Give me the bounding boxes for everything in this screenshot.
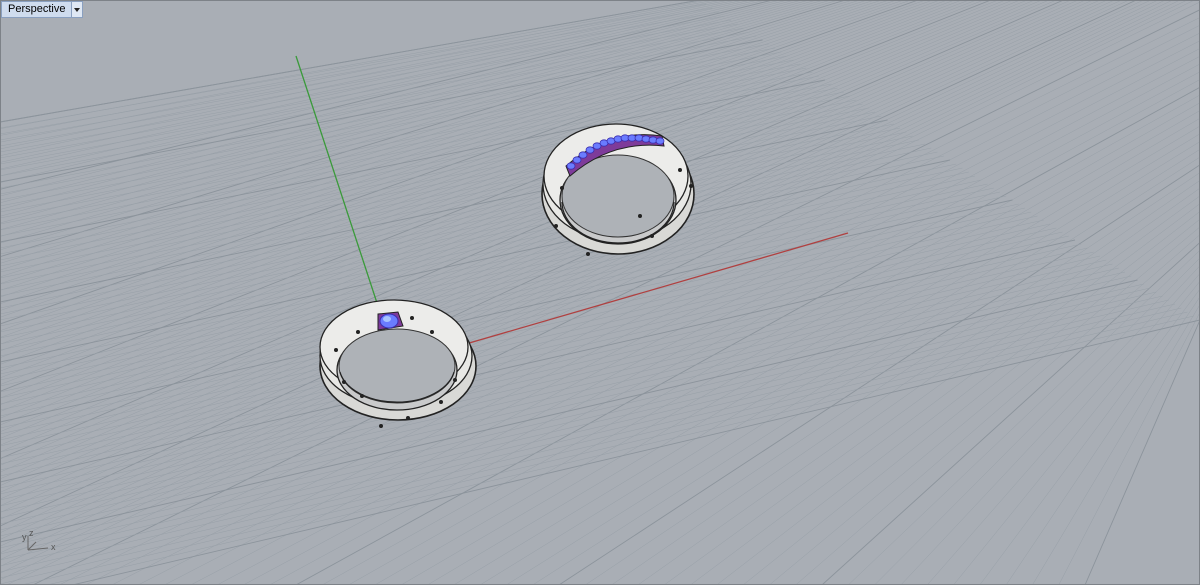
axis-label-y: y — [22, 532, 27, 542]
perspective-viewport[interactable]: y z x Perspective — [0, 0, 1200, 585]
viewport-title[interactable]: Perspective — [2, 2, 71, 17]
axis-label-x: x — [51, 542, 56, 552]
construction-grid — [0, 0, 1200, 585]
viewport-scene[interactable]: y z x — [0, 0, 1200, 585]
ring-with-channel-gems[interactable] — [541, 123, 695, 256]
caret-down-icon[interactable] — [71, 2, 83, 17]
viewport-title-tab[interactable]: Perspective — [1, 1, 84, 18]
axis-label-z: z — [29, 528, 34, 538]
